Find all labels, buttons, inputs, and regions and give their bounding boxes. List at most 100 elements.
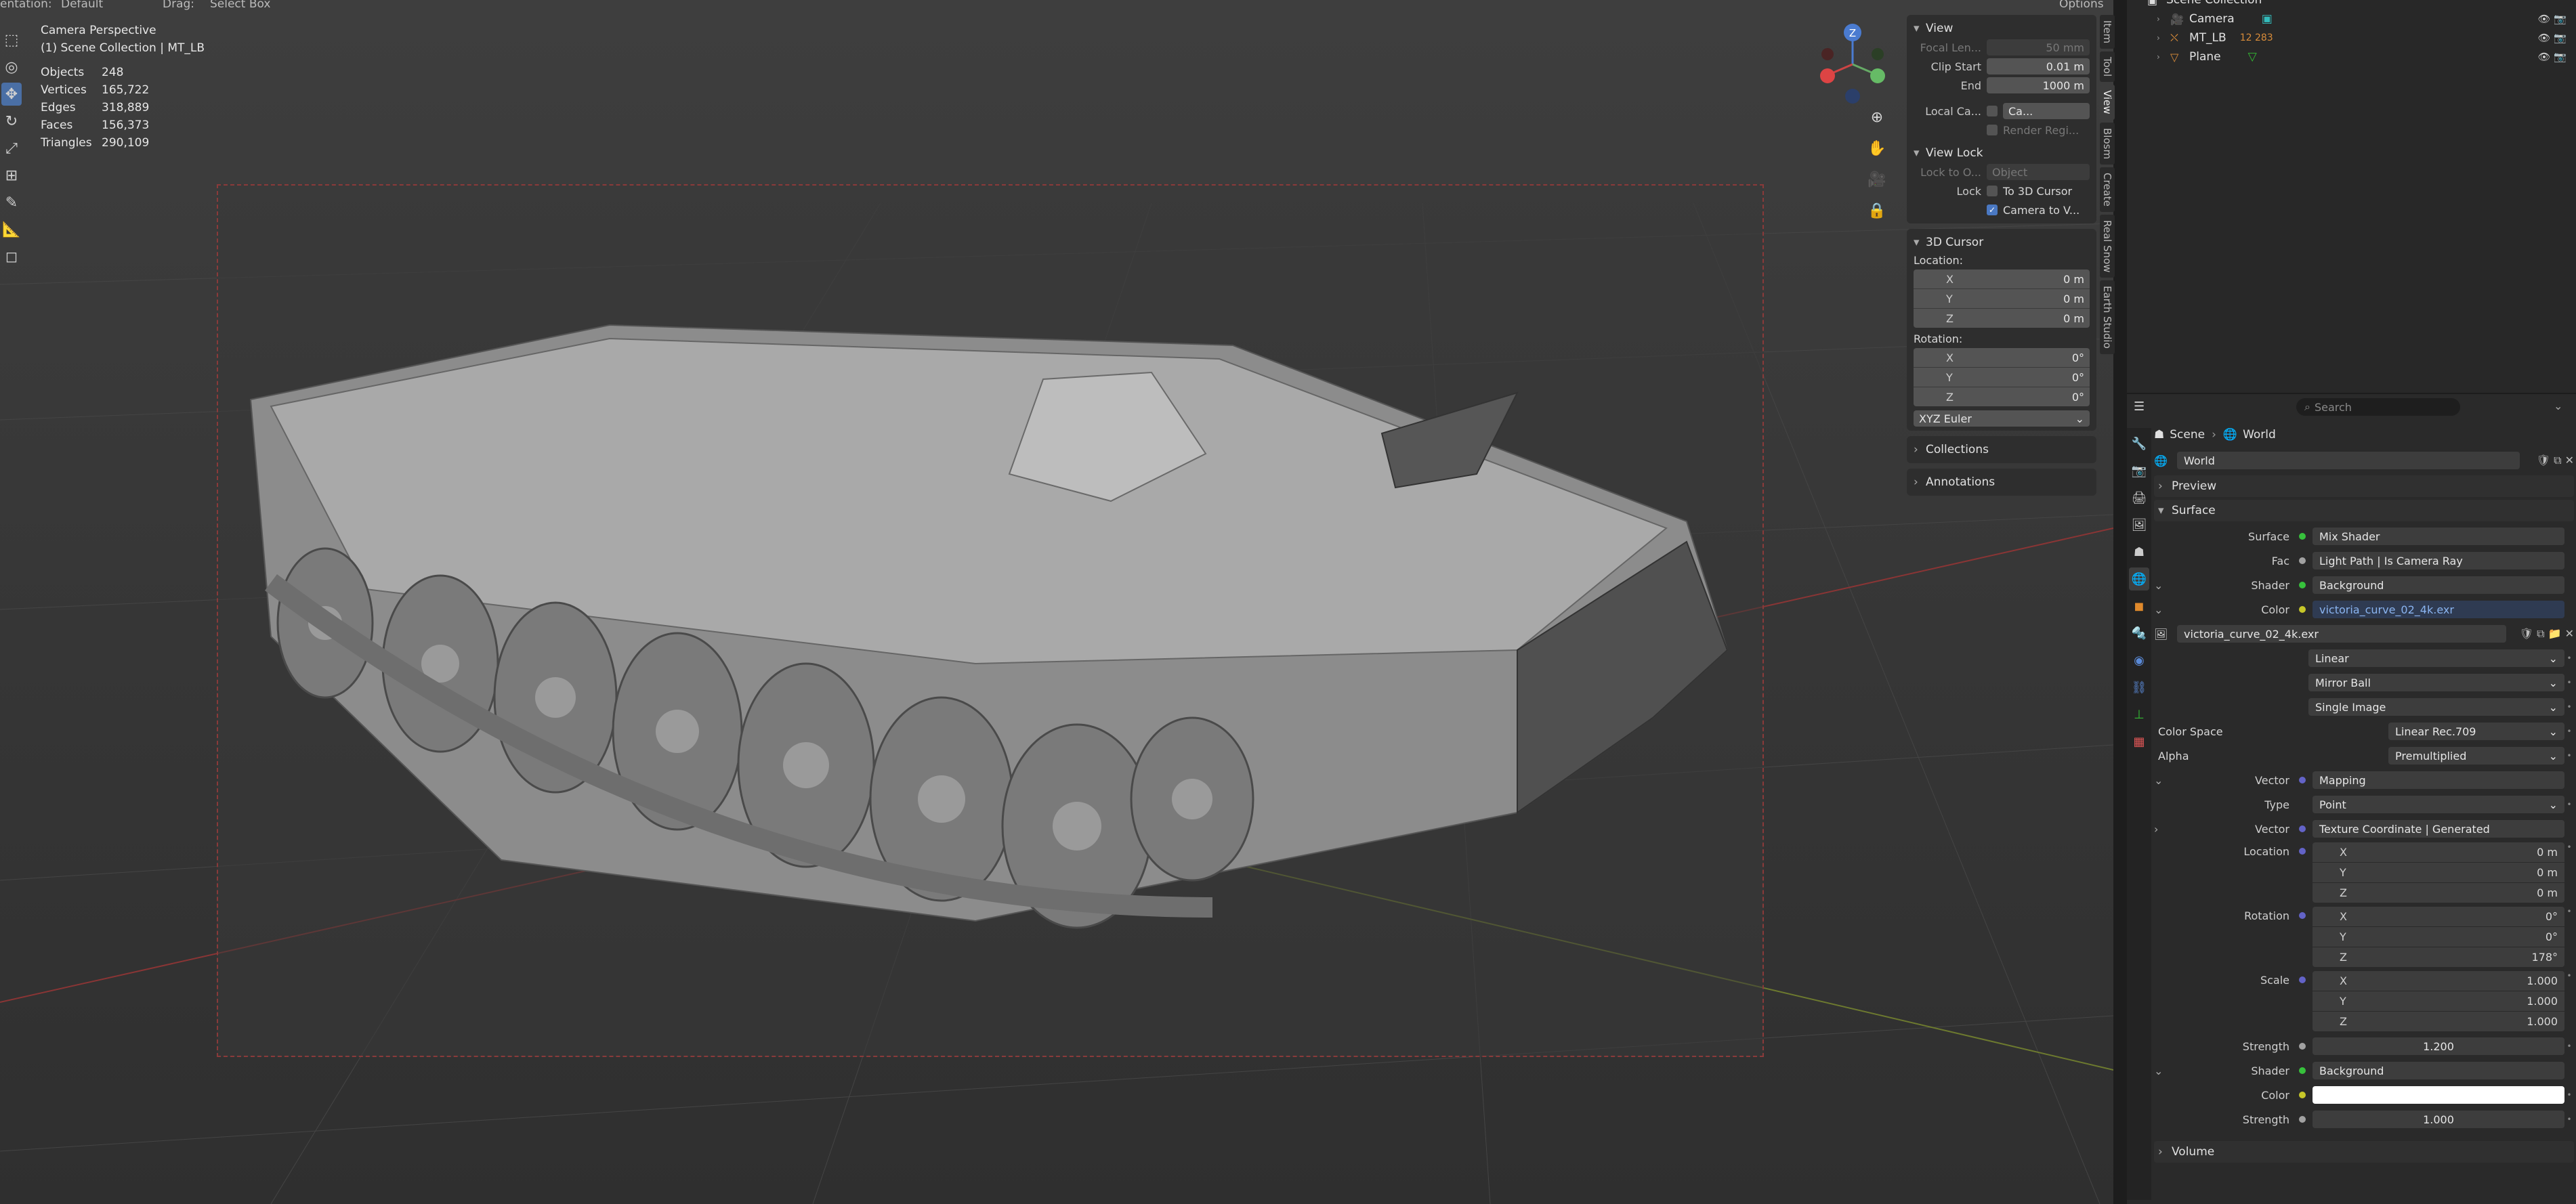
- view-lock-header[interactable]: ▾ View Lock: [1914, 144, 2090, 163]
- zoom-icon[interactable]: ⊕: [1865, 105, 1889, 129]
- type-label: Type: [2264, 798, 2289, 811]
- tool-tab-icon[interactable]: 🔧: [2129, 432, 2149, 455]
- annotations-panel[interactable]: › Annotations: [1907, 469, 2096, 496]
- add-cube-tool-icon[interactable]: ◻: [1, 245, 22, 268]
- annotate-tool-icon[interactable]: ✎: [1, 191, 22, 214]
- alpha-dropdown[interactable]: Premultiplied ⌄: [2388, 747, 2564, 765]
- physics-tab-icon[interactable]: ◉: [2129, 649, 2149, 672]
- local-camera-checkbox[interactable]: [1987, 106, 1998, 116]
- render-tab-icon[interactable]: 📷: [2129, 459, 2149, 482]
- visibility-eye-icon[interactable]: 👁 📷: [2538, 32, 2567, 44]
- select-tool-icon[interactable]: ⬚: [1, 28, 22, 51]
- shader-socket-icon: [2299, 1067, 2306, 1074]
- render-region-checkbox[interactable]: [1987, 125, 1998, 135]
- color-swatch[interactable]: [2313, 1086, 2564, 1104]
- visibility-eye-icon[interactable]: 👁 📷: [2538, 51, 2567, 63]
- source-dropdown[interactable]: Single Image ⌄: [2308, 698, 2564, 716]
- mapping-location-vector[interactable]: X0 m Y0 m Z0 m: [2313, 842, 2564, 903]
- strength2-field[interactable]: 1.000: [2313, 1111, 2564, 1128]
- view-layer-tab-icon[interactable]: 🖼: [2129, 513, 2149, 536]
- outliner-item-plane[interactable]: › ▽ Plane ▽ 👁 📷: [2127, 47, 2576, 66]
- transform-tool-icon[interactable]: ⊞: [1, 164, 22, 187]
- data-tab-icon[interactable]: ⊥: [2129, 703, 2149, 726]
- modifier-tab-icon[interactable]: 🔩: [2129, 622, 2149, 645]
- vector-mapping-field[interactable]: Mapping: [2313, 771, 2564, 789]
- tank-model[interactable]: [230, 298, 1761, 975]
- tab-real-snow[interactable]: Real Snow: [2100, 214, 2115, 278]
- datablock-actions[interactable]: 🛡 ⧉ ✕: [2520, 454, 2574, 467]
- volume-section[interactable]: › Volume: [2154, 1141, 2574, 1163]
- image-actions[interactable]: 🛡 ⧉ 📁 ✕: [2506, 627, 2574, 641]
- measure-tool-icon[interactable]: 📐: [1, 218, 22, 241]
- 3d-viewport[interactable]: entation: Default Drag: Select Box Optio…: [0, 0, 2113, 1204]
- drag-dropdown[interactable]: Select Box: [210, 0, 270, 11]
- image-icon[interactable]: 🖼: [2154, 628, 2177, 641]
- world-tab-icon[interactable]: 🌐: [2129, 567, 2149, 590]
- chevron-down-icon[interactable]: ⌄: [2154, 603, 2168, 616]
- camera-to-view-checkbox[interactable]: ✓: [1987, 205, 1998, 215]
- lock-to-object-field[interactable]: Object: [1987, 164, 2090, 180]
- outliner-item-mt-lb[interactable]: › ⛌ MT_LB 12 283 👁 📷: [2127, 28, 2576, 47]
- lock-icon[interactable]: 🔒: [1865, 198, 1889, 223]
- camera-view-icon[interactable]: 🎥: [1865, 167, 1889, 192]
- rotate-tool-icon[interactable]: ↻: [1, 110, 22, 133]
- options-dropdown[interactable]: Options: [2059, 0, 2104, 11]
- strength-field[interactable]: 1.200: [2313, 1037, 2564, 1055]
- navigation-gizmo[interactable]: Z: [1815, 20, 1890, 108]
- fac-field[interactable]: Light Path | Is Camera Ray: [2313, 552, 2564, 569]
- mapping-rotation-vector[interactable]: X 0° Y 0° Z 178°: [2313, 907, 2564, 967]
- chevron-down-icon[interactable]: ⌄: [2154, 579, 2168, 592]
- tab-create[interactable]: Create: [2100, 167, 2115, 212]
- color-texture-field[interactable]: victoria_curve_02_4k.exr: [2313, 601, 2564, 618]
- interpolation-dropdown[interactable]: Linear ⌄: [2308, 649, 2564, 667]
- surface-shader-field[interactable]: Mix Shader: [2313, 528, 2564, 545]
- tab-tool[interactable]: Tool: [2100, 51, 2115, 83]
- constraints-tab-icon[interactable]: ⛓: [2129, 676, 2149, 699]
- rotation-mode-dropdown[interactable]: XYZ Euler ⌄: [1914, 410, 2090, 427]
- chevron-down-icon[interactable]: ⌄: [2554, 400, 2562, 412]
- tab-view[interactable]: View: [2100, 85, 2115, 120]
- cursor-rotation-vector[interactable]: X 0° Y 0° Z 0°: [1914, 348, 2090, 406]
- view-panel-header[interactable]: ▾ View: [1914, 19, 2090, 38]
- 3d-cursor-header[interactable]: ▾ 3D Cursor: [1914, 233, 2090, 252]
- output-tab-icon[interactable]: 🖨: [2129, 486, 2149, 509]
- tab-earth-studio[interactable]: Earth Studio: [2100, 280, 2115, 355]
- visibility-eye-icon[interactable]: 👁 📷: [2538, 13, 2567, 25]
- focal-length-field[interactable]: 50 mm: [1987, 39, 2090, 56]
- to-3d-cursor-checkbox[interactable]: [1987, 186, 1998, 196]
- scene-tab-icon[interactable]: ☗: [2129, 540, 2149, 563]
- tab-blosm[interactable]: Blosm: [2100, 122, 2115, 165]
- preview-section[interactable]: › Preview: [2154, 475, 2574, 497]
- axis-gizmo-icon[interactable]: Z: [1815, 20, 1890, 108]
- image-name-field[interactable]: victoria_curve_02_4k.exr: [2177, 625, 2506, 643]
- object-tab-icon[interactable]: ◼: [2129, 595, 2149, 618]
- local-camera-field[interactable]: Ca...: [2003, 103, 2090, 119]
- scale-tool-icon[interactable]: ⤢: [1, 137, 22, 160]
- cursor-tool-icon[interactable]: ◎: [1, 56, 22, 79]
- mapping-scale-vector[interactable]: X 1.000 Y 1.000 Z 1.000: [2313, 971, 2564, 1031]
- outliner-root[interactable]: ▣ Scene Collection: [2127, 0, 2576, 9]
- cursor-location-vector[interactable]: X0 m Y0 m Z0 m: [1914, 270, 2090, 328]
- pan-hand-icon[interactable]: ✋: [1865, 136, 1889, 160]
- move-tool-icon[interactable]: ✥: [1, 83, 22, 106]
- clip-start-field[interactable]: 0.01 m: [1987, 58, 2090, 74]
- collections-panel[interactable]: › Collections: [1907, 436, 2096, 463]
- orientation-dropdown[interactable]: Default: [61, 0, 103, 11]
- chevron-down-icon[interactable]: ⌄: [2154, 1065, 2168, 1077]
- chevron-right-icon[interactable]: ›: [2154, 823, 2168, 836]
- shader2-field[interactable]: Background: [2313, 1062, 2564, 1079]
- texture-tab-icon[interactable]: ▦: [2129, 730, 2149, 753]
- projection-dropdown[interactable]: Mirror Ball ⌄: [2308, 674, 2564, 691]
- tab-item[interactable]: Item: [2100, 15, 2115, 49]
- shader-field[interactable]: Background: [2313, 576, 2564, 594]
- outliner-item-camera[interactable]: › 🎥 Camera ▣ 👁 📷: [2127, 9, 2576, 28]
- texture-coordinate-field[interactable]: Texture Coordinate | Generated: [2313, 820, 2564, 838]
- chevron-down-icon[interactable]: ⌄: [2154, 774, 2168, 787]
- surface-section[interactable]: ▾ Surface: [2154, 500, 2574, 521]
- clip-end-field[interactable]: 1000 m: [1987, 77, 2090, 93]
- world-name-field[interactable]: World: [2177, 452, 2520, 469]
- editor-type-icon[interactable]: ☰: [2134, 400, 2145, 414]
- properties-search[interactable]: ⌕ Search: [2296, 398, 2460, 416]
- colorspace-dropdown[interactable]: Linear Rec.709 ⌄: [2388, 723, 2564, 740]
- mapping-type-dropdown[interactable]: Point ⌄: [2313, 796, 2564, 813]
